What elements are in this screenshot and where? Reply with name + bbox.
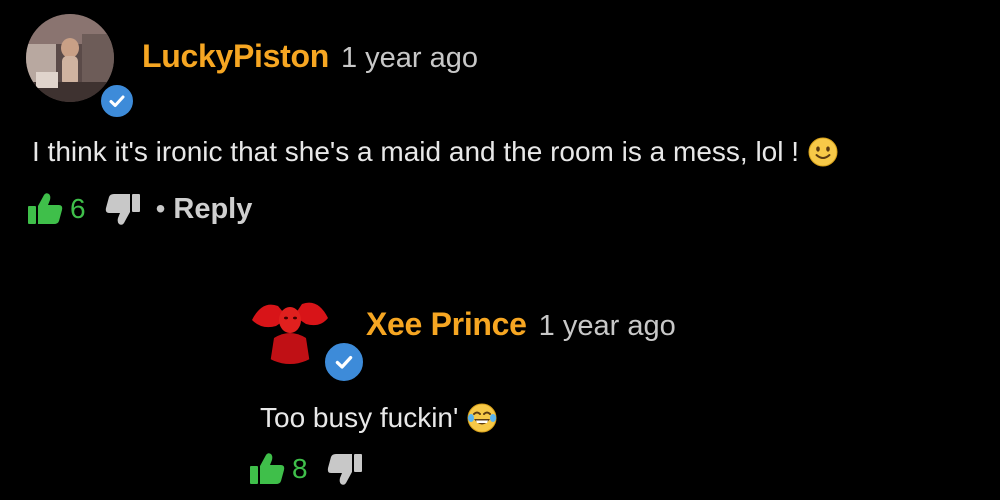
timestamp: 1 year ago	[340, 42, 479, 74]
verified-badge-icon	[322, 340, 366, 384]
avatar-container	[26, 14, 136, 120]
comment-text: I think it's ironic that she's a maid an…	[32, 136, 839, 168]
thumbs-down-icon	[105, 194, 140, 225]
thumbs-up-icon	[250, 453, 285, 484]
comment-actions: 6 • Reply	[26, 192, 252, 226]
comment-text-content: Too busy fuckin'	[260, 402, 459, 433]
thumbs-down-icon	[327, 454, 362, 485]
verified-badge-icon	[98, 82, 136, 120]
comment-header: Xee Prince 1 year ago	[366, 306, 676, 343]
like-button[interactable]: 8	[248, 452, 308, 486]
avatar-container	[248, 280, 366, 384]
like-count: 6	[70, 193, 86, 224]
dislike-button[interactable]	[326, 452, 364, 486]
slightly-smiling-face-icon	[808, 137, 838, 167]
separator-dot: •	[155, 193, 166, 224]
avatar[interactable]	[248, 280, 332, 364]
timestamp: 1 year ago	[538, 310, 676, 342]
reply-button[interactable]: Reply	[173, 193, 252, 226]
comment-actions: 8	[248, 452, 364, 486]
dislike-button[interactable]	[104, 192, 142, 226]
comment-text: Too busy fuckin'	[260, 402, 498, 434]
username-link[interactable]: LuckyPiston	[142, 38, 329, 75]
thumbs-up-icon	[28, 193, 63, 224]
comment-text-content: I think it's ironic that she's a maid an…	[32, 136, 800, 167]
face-with-tears-of-joy-icon	[467, 403, 497, 433]
like-button[interactable]: 6	[26, 192, 86, 226]
comment-header: LuckyPiston 1 year ago	[142, 38, 478, 75]
like-count: 8	[292, 453, 308, 484]
username-link[interactable]: Xee Prince	[366, 306, 527, 343]
